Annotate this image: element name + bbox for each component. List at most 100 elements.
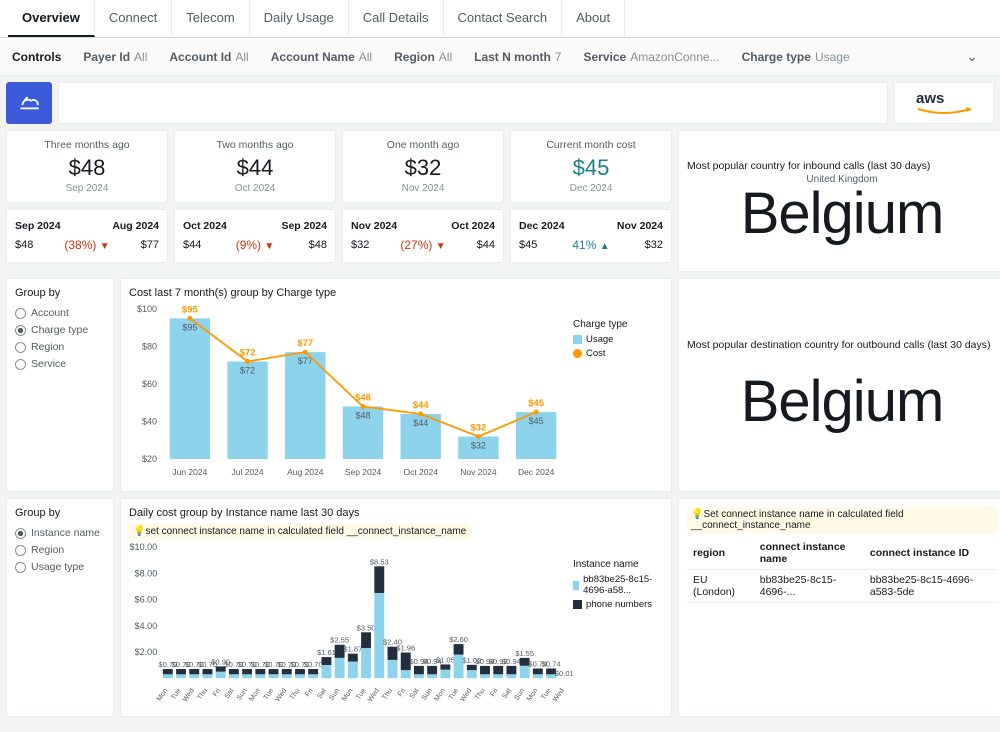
outbound-country-title: Most popular destination country for out… bbox=[687, 339, 991, 351]
groupby-panel-1: Group by Account Charge type Region Service bbox=[6, 278, 114, 492]
svg-text:Thu: Thu bbox=[196, 687, 209, 701]
svg-text:Mon: Mon bbox=[433, 687, 447, 702]
svg-text:Thu: Thu bbox=[289, 687, 302, 701]
svg-text:$0.70: $0.70 bbox=[304, 660, 323, 669]
chart1-legend: Charge type Usage Cost bbox=[573, 303, 663, 483]
table-header: connect instance ID bbox=[864, 537, 997, 570]
svg-text:Fri: Fri bbox=[212, 687, 223, 698]
svg-text:$3.50: $3.50 bbox=[357, 623, 376, 632]
svg-text:Sun: Sun bbox=[328, 687, 341, 701]
comparison-card: Oct 2024Sep 2024 $44(9%) ▼$48 bbox=[174, 209, 336, 263]
groupby-panel-2: Group by Instance name Region Usage type bbox=[6, 498, 114, 717]
svg-text:$2.55: $2.55 bbox=[330, 636, 349, 645]
radio-charge-type[interactable]: Charge type bbox=[15, 324, 105, 336]
tab-telecom[interactable]: Telecom bbox=[172, 0, 249, 37]
svg-text:$1.87: $1.87 bbox=[343, 645, 362, 654]
chart2-hint: 💡set connect instance name in calculated… bbox=[129, 524, 470, 539]
instance-table-card: 💡Set connect instance name in calculated… bbox=[678, 498, 1000, 717]
svg-text:$45: $45 bbox=[528, 398, 545, 409]
svg-text:$44: $44 bbox=[413, 400, 430, 411]
svg-text:$40: $40 bbox=[142, 417, 157, 427]
svg-text:Sun: Sun bbox=[513, 687, 526, 701]
svg-text:Wed: Wed bbox=[552, 687, 566, 703]
svg-text:Nov 2024: Nov 2024 bbox=[460, 467, 497, 477]
comparison-card: Dec 2024Nov 2024 $4541% ▲$32 bbox=[510, 209, 672, 263]
filter-last-n-month[interactable]: Last N month7 bbox=[474, 50, 561, 64]
svg-text:$6.00: $6.00 bbox=[135, 595, 158, 605]
filter-charge-type[interactable]: Charge typeUsage bbox=[742, 50, 850, 64]
tab-about[interactable]: About bbox=[562, 0, 625, 37]
controls-expand-icon[interactable]: ⌄ bbox=[966, 48, 978, 65]
radio-region[interactable]: Region bbox=[15, 341, 105, 353]
groupby-title: Group by bbox=[15, 287, 105, 299]
daily-cost-chart: $2.00$4.00$6.00$8.00$10.00$0.70Mon$0.70T… bbox=[129, 543, 573, 708]
svg-text:Mon: Mon bbox=[156, 687, 170, 702]
svg-text:Jul 2024: Jul 2024 bbox=[232, 467, 264, 477]
tab-contact-search[interactable]: Contact Search bbox=[444, 0, 563, 37]
filter-service[interactable]: ServiceAmazonConne... bbox=[583, 50, 719, 64]
svg-text:Sat: Sat bbox=[224, 687, 236, 700]
monthly-cost-chart: $20$40$60$80$100$95Jun 2024$72Jul 2024$7… bbox=[129, 303, 573, 483]
radio-account[interactable]: Account bbox=[15, 307, 105, 319]
table-header: region bbox=[687, 537, 754, 570]
tab-overview[interactable]: Overview bbox=[8, 0, 95, 37]
chart2-legend-title: Instance name bbox=[573, 559, 663, 570]
filter-account-id[interactable]: Account IdAll bbox=[169, 50, 248, 64]
radio-usage-type[interactable]: Usage type bbox=[15, 561, 105, 573]
tab-connect[interactable]: Connect bbox=[95, 0, 172, 37]
svg-text:$72: $72 bbox=[240, 366, 255, 376]
svg-text:Thu: Thu bbox=[381, 687, 394, 701]
legend-instance: bb83be25-8c15-4696-a58... bbox=[583, 574, 663, 596]
svg-text:$8.53: $8.53 bbox=[370, 557, 389, 566]
kpi-card: One month ago$32Nov 2024 bbox=[342, 130, 504, 203]
svg-text:$8.00: $8.00 bbox=[135, 568, 158, 578]
svg-text:$95: $95 bbox=[182, 304, 199, 315]
svg-text:Sep 2024: Sep 2024 bbox=[345, 467, 382, 477]
filter-account-name[interactable]: Account NameAll bbox=[271, 50, 372, 64]
inbound-country-value: Belgium bbox=[741, 185, 944, 243]
tab-daily-usage[interactable]: Daily Usage bbox=[250, 0, 349, 37]
radio-service[interactable]: Service bbox=[15, 358, 105, 370]
svg-text:$2.60: $2.60 bbox=[449, 635, 468, 644]
kpi-card: Three months ago$48Sep 2024 bbox=[6, 130, 168, 203]
groupby2-title: Group by bbox=[15, 507, 105, 519]
svg-text:Mon: Mon bbox=[248, 687, 262, 702]
controls-bar: Controls Payer IdAll Account IdAll Account… bbox=[0, 38, 1000, 76]
filter-payer-id[interactable]: Payer IdAll bbox=[83, 50, 147, 64]
instance-table: regionconnect instance nameconnect insta… bbox=[687, 537, 997, 603]
inbound-country-card: Most popular country for inbound calls (… bbox=[678, 130, 1000, 272]
svg-text:Mon: Mon bbox=[526, 687, 540, 702]
chart2-title: Daily cost group by Instance name last 3… bbox=[129, 507, 663, 519]
svg-text:Mon: Mon bbox=[341, 687, 355, 702]
chart1-title: Cost last 7 month(s) group by Charge typ… bbox=[129, 287, 663, 299]
svg-text:$80: $80 bbox=[142, 342, 157, 352]
svg-text:$20: $20 bbox=[142, 454, 157, 464]
svg-text:$0.94: $0.94 bbox=[502, 657, 521, 666]
inbound-country-title: Most popular country for inbound calls (… bbox=[687, 160, 930, 172]
filter-region[interactable]: RegionAll bbox=[394, 50, 452, 64]
radio-instance-name[interactable]: Instance name bbox=[15, 527, 105, 539]
svg-text:$95: $95 bbox=[182, 322, 197, 332]
search-input[interactable] bbox=[58, 82, 888, 124]
table-row[interactable]: EU (London)bb83be25-8c15-4696-...bb83be2… bbox=[687, 570, 997, 603]
svg-text:Aug 2024: Aug 2024 bbox=[287, 467, 324, 477]
radio-region[interactable]: Region bbox=[15, 544, 105, 556]
svg-text:Sun: Sun bbox=[236, 687, 249, 701]
comparison-card: Sep 2024Aug 2024 $48(38%) ▼$77 bbox=[6, 209, 168, 263]
legend-usage: Usage bbox=[586, 334, 613, 345]
comparison-card: Nov 2024Oct 2024 $32(27%) ▼$44 bbox=[342, 209, 504, 263]
svg-text:Jun 2024: Jun 2024 bbox=[172, 467, 207, 477]
svg-text:$1.96: $1.96 bbox=[396, 643, 415, 652]
tab-call-details[interactable]: Call Details bbox=[349, 0, 444, 37]
legend-cost: Cost bbox=[586, 348, 606, 359]
svg-text:$77: $77 bbox=[297, 338, 313, 349]
svg-text:Wed: Wed bbox=[367, 687, 381, 703]
controls-label: Controls bbox=[12, 50, 61, 64]
svg-text:$2.00: $2.00 bbox=[135, 647, 158, 657]
svg-text:Oct 2024: Oct 2024 bbox=[403, 467, 438, 477]
app-logo bbox=[6, 82, 52, 124]
svg-text:$0.01: $0.01 bbox=[555, 669, 573, 678]
svg-text:$4.00: $4.00 bbox=[135, 621, 158, 631]
svg-text:Thu: Thu bbox=[474, 687, 487, 701]
table-header: connect instance name bbox=[754, 537, 864, 570]
